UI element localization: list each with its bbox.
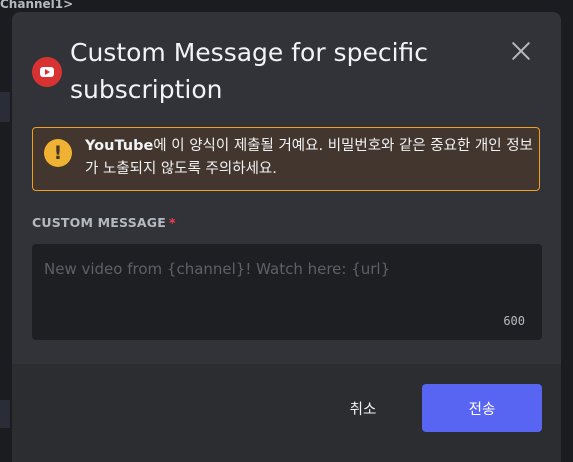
background-highlight <box>0 92 10 122</box>
required-marker: * <box>168 215 176 230</box>
custom-message-label: CUSTOM MESSAGE * <box>32 215 176 230</box>
modal-header: Custom Message for specific subscription <box>12 12 561 122</box>
warning-text: YouTube에 이 양식이 제출될 거예요. 비밀번호와 같은 중요한 개인 … <box>85 135 535 181</box>
warning-icon: ! <box>44 139 72 167</box>
custom-message-input[interactable] <box>32 244 542 340</box>
modal-title: Custom Message for specific subscription <box>70 38 429 104</box>
background-highlight <box>0 400 10 428</box>
custom-message-field-wrapper: 600 <box>32 244 542 340</box>
warning-message: 에 이 양식이 제출될 거예요. 비밀번호와 같은 중요한 개인 정보가 노출되… <box>85 138 533 177</box>
custom-message-label-text: CUSTOM MESSAGE <box>32 215 166 230</box>
submit-button[interactable]: 전송 <box>422 384 542 432</box>
cancel-button[interactable]: 취소 <box>330 384 396 432</box>
modal-footer: 취소 전송 <box>12 364 561 462</box>
youtube-icon <box>32 57 62 87</box>
close-icon[interactable] <box>508 38 534 64</box>
background-channel-label: Channel1> <box>0 0 74 11</box>
custom-message-modal: Custom Message for specific subscription… <box>12 12 561 462</box>
warning-banner: ! YouTube에 이 양식이 제출될 거예요. 비밀번호와 같은 중요한 개… <box>32 127 540 191</box>
char-limit-counter: 600 <box>503 314 525 328</box>
warning-strong-text: YouTube <box>85 138 154 154</box>
